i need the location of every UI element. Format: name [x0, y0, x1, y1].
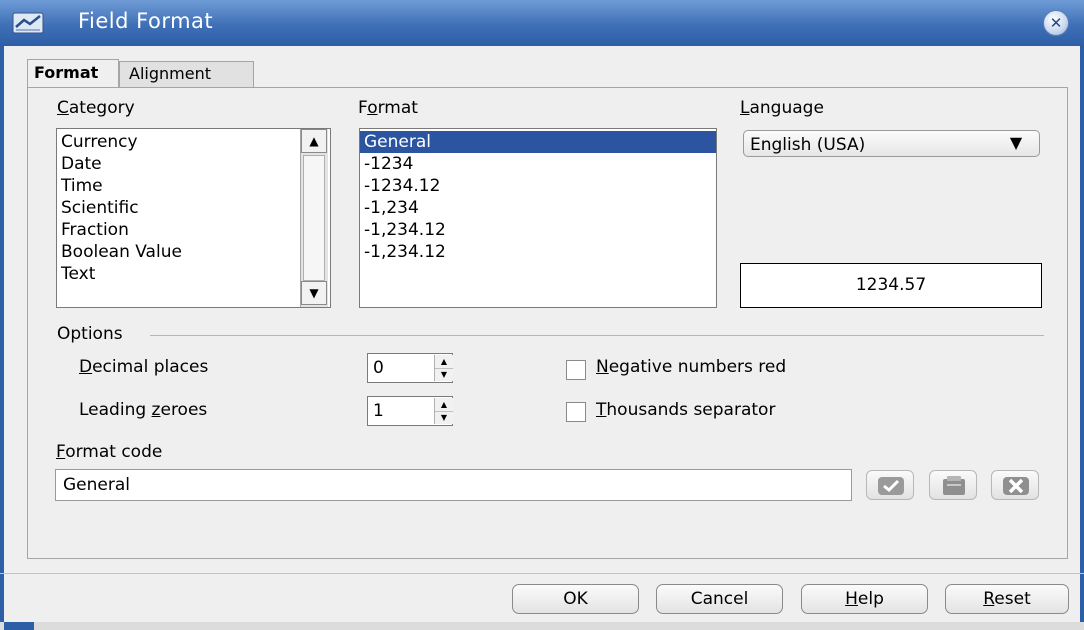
leading-zeroes-value: 1: [373, 401, 384, 421]
edit-comment-button[interactable]: [929, 470, 977, 500]
category-scrollbar[interactable]: ▲ ▼: [300, 129, 328, 307]
options-section-label: Options: [57, 324, 123, 344]
reset-button[interactable]: Reset: [945, 584, 1069, 614]
format-item-selected[interactable]: General: [360, 131, 716, 153]
format-item[interactable]: -1,234.12: [360, 219, 716, 241]
thousands-separator-label: Thousands separator: [596, 400, 776, 420]
spin-buttons: ▲ ▼: [434, 398, 453, 424]
language-label: Language: [740, 98, 824, 118]
decimal-places-spinbox[interactable]: 0 ▲ ▼: [367, 353, 453, 383]
delete-x-icon: [1003, 477, 1029, 495]
title-bar[interactable]: Field Format ✕: [0, 0, 1084, 46]
negative-red-label: Negative numbers red: [596, 357, 787, 377]
tab-alignment[interactable]: Alignment: [119, 61, 254, 88]
footer-divider: [0, 573, 1084, 574]
help-button[interactable]: Help: [801, 584, 928, 614]
category-label: Category: [57, 98, 135, 118]
scroll-down-arrow-icon[interactable]: ▼: [301, 281, 327, 305]
thousands-separator-checkbox[interactable]: [566, 402, 586, 422]
calc-app-icon: [12, 12, 44, 34]
category-item[interactable]: Date: [57, 153, 330, 175]
language-dropdown[interactable]: English (USA) ▼: [743, 130, 1040, 157]
section-divider: [150, 335, 1044, 336]
category-item[interactable]: Boolean Value: [57, 241, 330, 263]
cancel-button[interactable]: Cancel: [656, 584, 783, 614]
spin-up-icon[interactable]: ▲: [435, 398, 453, 412]
decimal-places-value: 0: [373, 358, 384, 378]
leading-zeroes-spinbox[interactable]: 1 ▲ ▼: [367, 396, 453, 426]
spin-up-icon[interactable]: ▲: [435, 355, 453, 369]
language-selected-value: English (USA): [750, 135, 866, 155]
field-format-dialog: Field Format ✕ Format Alignment Category…: [0, 0, 1084, 630]
category-item[interactable]: Text: [57, 263, 330, 285]
ok-button[interactable]: OK: [512, 584, 639, 614]
chevron-down-icon[interactable]: ▼: [996, 132, 1036, 155]
category-item[interactable]: Scientific: [57, 197, 330, 219]
category-item[interactable]: Time: [57, 175, 330, 197]
category-listbox[interactable]: Currency Date Time Scientific Fraction B…: [56, 128, 331, 308]
scroll-up-arrow-icon[interactable]: ▲: [301, 129, 327, 153]
leading-zeroes-label: Leading zeroes: [79, 400, 208, 420]
format-item[interactable]: -1,234.12: [360, 241, 716, 263]
add-format-button[interactable]: [866, 470, 914, 500]
spin-down-icon[interactable]: ▼: [435, 411, 453, 424]
close-icon[interactable]: ✕: [1043, 10, 1069, 36]
decimal-places-label: Decimal places: [79, 357, 209, 377]
scrollbar-thumb[interactable]: [303, 155, 325, 281]
format-preview: 1234.57: [740, 263, 1042, 308]
window-frame-right: [1080, 46, 1084, 630]
comment-icon: [943, 476, 965, 495]
category-item[interactable]: Fraction: [57, 219, 330, 241]
format-code-value: General: [63, 475, 130, 495]
spin-buttons: ▲ ▼: [434, 355, 453, 381]
checkmark-icon: [878, 477, 904, 495]
format-label: Format: [358, 98, 418, 118]
format-listbox[interactable]: General -1234 -1234.12 -1,234 -1,234.12 …: [359, 128, 717, 308]
format-item[interactable]: -1,234: [360, 197, 716, 219]
format-code-input[interactable]: General: [55, 469, 852, 501]
negative-red-checkbox[interactable]: [566, 360, 586, 380]
delete-format-button[interactable]: [991, 470, 1039, 500]
spin-down-icon[interactable]: ▼: [435, 368, 453, 381]
tab-format[interactable]: Format: [27, 59, 119, 88]
format-item[interactable]: -1234.12: [360, 175, 716, 197]
window-bottom-accent: [4, 622, 34, 630]
window-frame-left: [0, 46, 4, 630]
category-item[interactable]: Currency: [57, 131, 330, 153]
format-item[interactable]: -1234: [360, 153, 716, 175]
window-title: Field Format: [78, 9, 214, 33]
format-code-label: Format code: [56, 442, 163, 462]
window-bottom-edge: [0, 622, 1084, 630]
